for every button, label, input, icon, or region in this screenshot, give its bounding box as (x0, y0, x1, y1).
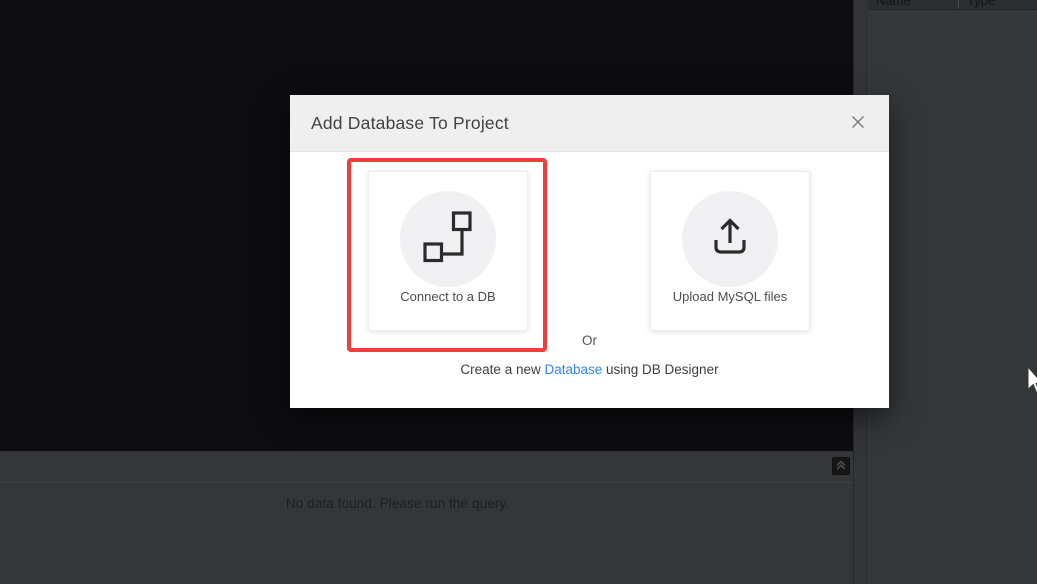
query-results-panel: No data found. Please run the query. (0, 482, 853, 584)
db-connect-icon (422, 210, 474, 268)
connect-card-label: Connect to a DB (400, 289, 496, 304)
or-separator-text: Or (582, 333, 597, 348)
create-database-line: Create a new Database using DB Designer (290, 362, 889, 377)
create-line-prefix: Create a new (460, 362, 545, 377)
close-icon (851, 115, 865, 132)
expand-results-button[interactable] (832, 457, 850, 475)
db-designer-link[interactable]: Database (544, 362, 602, 377)
close-button[interactable] (848, 113, 868, 133)
column-header-name: Name (868, 0, 959, 9)
upload-card-label: Upload MySQL files (672, 289, 788, 304)
structure-table: Name Type (868, 0, 1037, 584)
upload-icon-circle (682, 191, 778, 287)
connect-to-db-card[interactable]: Connect to a DB (368, 171, 528, 331)
connect-icon-circle (400, 191, 496, 287)
upload-mysql-card[interactable]: Upload MySQL files (650, 171, 810, 331)
no-data-message: No data found. Please run the query. (285, 496, 510, 511)
results-toolbar (0, 451, 853, 482)
structure-table-header: Name Type (868, 0, 1037, 10)
create-line-suffix: using DB Designer (602, 362, 719, 377)
upload-icon (706, 213, 754, 266)
dialog-header: Add Database To Project (290, 95, 889, 152)
column-header-type: Type (967, 0, 996, 8)
dialog-title: Add Database To Project (311, 112, 509, 133)
add-database-dialog: Add Database To Project Connect to a DB … (290, 95, 889, 408)
app-window: No data found. Please run the query. Nam… (0, 0, 1037, 584)
chevron-double-up-icon (835, 459, 847, 474)
